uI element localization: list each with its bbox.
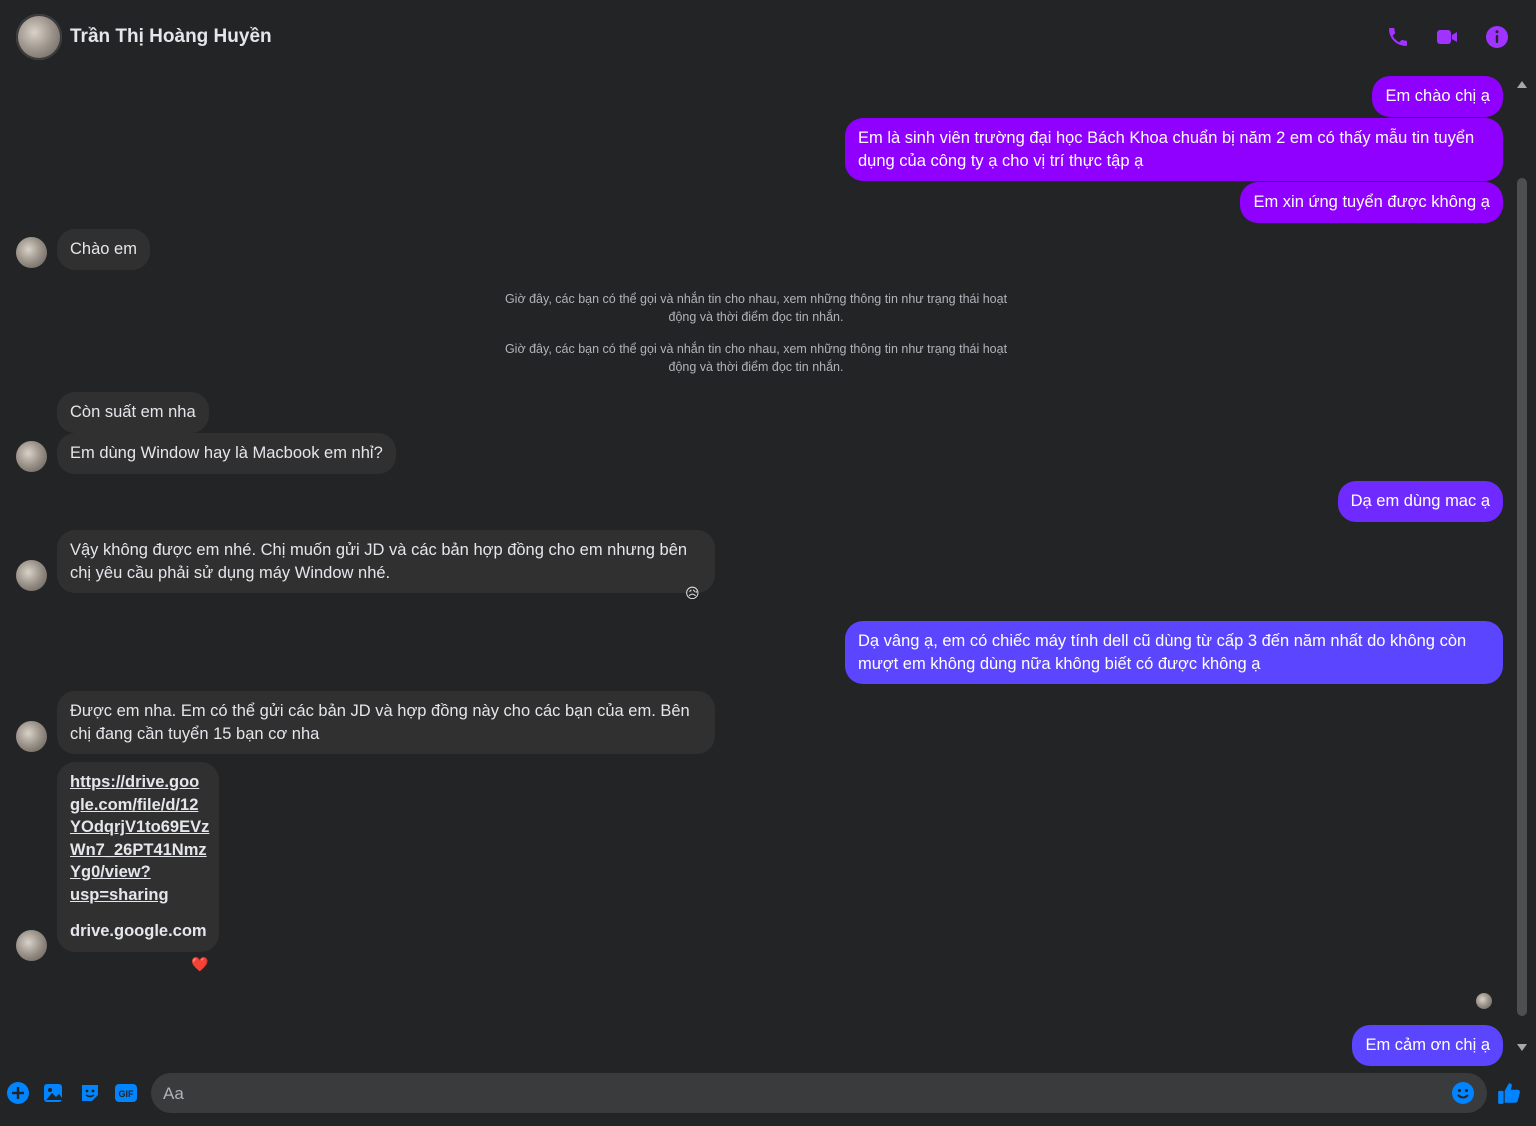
info-icon[interactable] — [1485, 25, 1509, 49]
outgoing-message[interactable]: Em cảm ơn chị ạ — [1352, 1025, 1503, 1066]
svg-text:GIF: GIF — [119, 1089, 135, 1099]
link-line[interactable]: YOdqrjV1to69EVz — [70, 816, 209, 839]
link-preview-domain[interactable]: drive.google.com — [70, 920, 207, 943]
link-line[interactable]: Yg0/view? — [70, 861, 206, 884]
incoming-message[interactable]: Chào em — [57, 229, 150, 270]
incoming-message[interactable]: Được em nha. Em có thể gửi các bản JD và… — [57, 691, 715, 754]
contact-avatar-small — [16, 237, 47, 268]
incoming-message[interactable]: Vậy không được em nhé. Chị muốn gửi JD v… — [57, 530, 715, 593]
image-icon[interactable] — [42, 1081, 66, 1105]
system-notice: Giờ đây, các bạn có thể gọi và nhắn tin … — [504, 342, 1008, 374]
contact-name[interactable]: Trần Thị Hoàng Huyền — [70, 26, 272, 48]
link-line[interactable]: gle.com/file/d/12 — [70, 794, 206, 817]
message-input[interactable] — [161, 1073, 1445, 1115]
scroll-up-icon[interactable] — [1515, 78, 1529, 90]
conversation-header: Trần Thị Hoàng Huyền — [0, 0, 1536, 76]
system-notice: Giờ đây, các bạn có thể gọi và nhắn tin … — [504, 292, 1008, 324]
video-call-icon[interactable] — [1435, 25, 1459, 49]
contact-avatar-small — [16, 441, 47, 472]
scrollbar-thumb[interactable] — [1517, 178, 1527, 1016]
contact-avatar[interactable] — [16, 14, 62, 60]
contact-avatar-small — [16, 560, 47, 591]
phone-icon[interactable] — [1386, 25, 1410, 49]
incoming-message[interactable]: Còn suất em nha — [57, 392, 209, 433]
gif-icon[interactable]: GIF — [114, 1081, 138, 1105]
outgoing-message[interactable]: Em xin ứng tuyển được không ạ — [1240, 182, 1503, 223]
emoji-icon[interactable] — [1451, 1081, 1475, 1105]
outgoing-message[interactable]: Dạ vâng ạ, em có chiếc máy tính dell cũ … — [845, 621, 1503, 684]
contact-avatar-small — [16, 721, 47, 752]
link-message[interactable]: https://drive.goo gle.com/file/d/12 YOdq… — [57, 762, 219, 952]
scroll-down-icon[interactable] — [1515, 1042, 1529, 1054]
message-composer[interactable] — [151, 1073, 1487, 1115]
add-icon[interactable] — [6, 1081, 30, 1105]
seen-indicator-avatar — [1476, 993, 1492, 1009]
outgoing-message[interactable]: Dạ em dùng mac ạ — [1337, 481, 1503, 522]
outgoing-message[interactable]: Em là sinh viên trường đại học Bách Khoa… — [845, 118, 1503, 181]
like-icon[interactable] — [1496, 1080, 1522, 1106]
reaction-sad-icon[interactable]: 😥 — [685, 585, 700, 601]
link-line[interactable]: usp=sharing — [70, 884, 206, 907]
sticker-icon[interactable] — [78, 1081, 102, 1105]
link-line[interactable]: https://drive.goo — [70, 771, 206, 794]
contact-avatar-small — [16, 930, 47, 961]
incoming-message[interactable]: Em dùng Window hay là Macbook em nhỉ? — [57, 433, 396, 474]
reaction-heart-icon[interactable]: ❤️ — [191, 956, 208, 972]
link-line[interactable]: Wn7_26PT41Nmz — [70, 839, 207, 862]
outgoing-message[interactable]: Em chào chị ạ — [1372, 76, 1503, 117]
